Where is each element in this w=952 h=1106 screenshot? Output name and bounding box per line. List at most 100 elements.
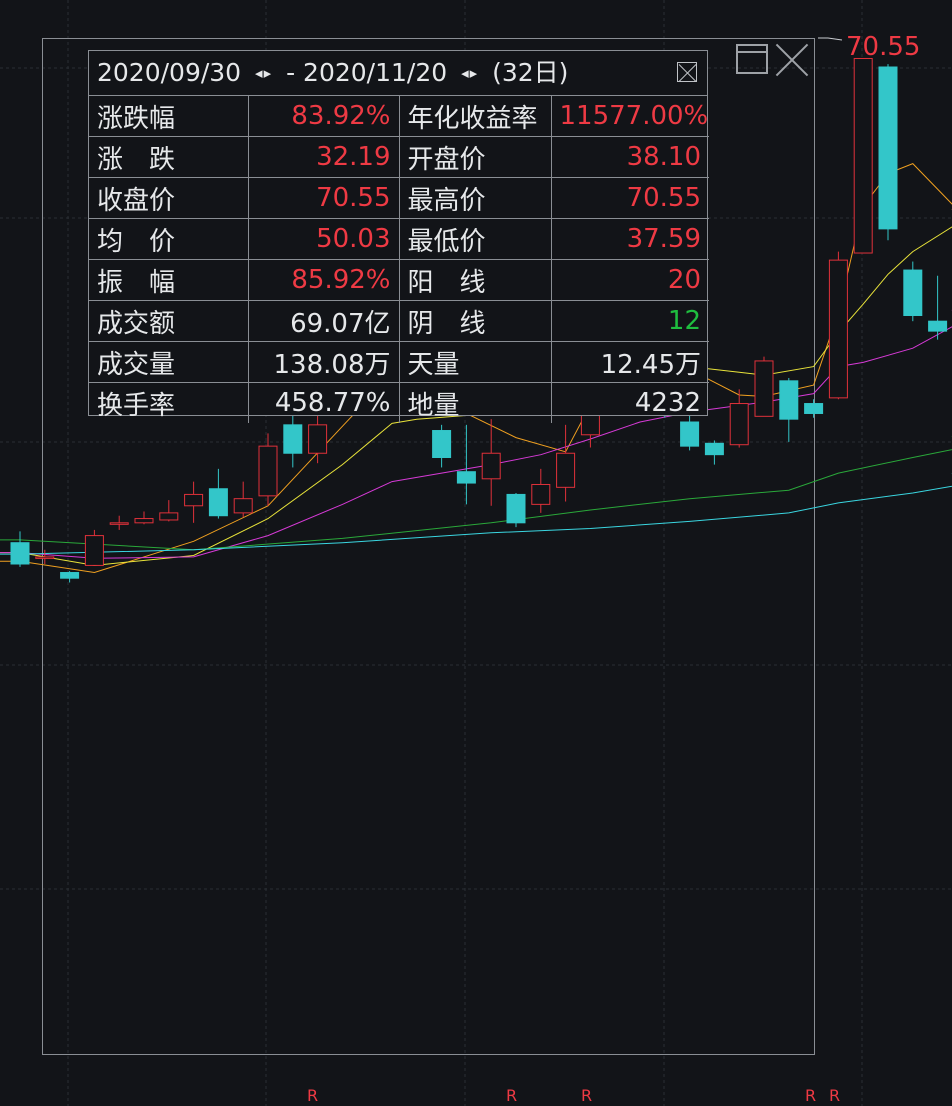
- statistics-row: 成交额 69.07亿阴 线 12: [89, 300, 709, 342]
- candle-body: [283, 424, 303, 454]
- stat-value: 458.77%: [248, 382, 400, 423]
- candle-down[interactable]: [60, 571, 80, 583]
- candle-up[interactable]: [159, 500, 179, 522]
- candle-body: [308, 424, 328, 454]
- candle-body: [729, 403, 749, 446]
- candle-down[interactable]: [10, 531, 30, 567]
- candle-body: [754, 360, 774, 417]
- start-date-arrows-icon[interactable]: ◂▸: [255, 64, 272, 82]
- r-marker: R: [506, 1086, 518, 1105]
- candle-up[interactable]: [754, 356, 774, 417]
- candle-body: [928, 320, 948, 332]
- candle-down[interactable]: [878, 64, 898, 241]
- candle-up[interactable]: [729, 389, 749, 448]
- stat-value: 70.55: [248, 177, 400, 219]
- high-pointer: [818, 37, 843, 41]
- candle-down[interactable]: [432, 424, 452, 468]
- stat-value: 69.07亿: [248, 300, 400, 342]
- stat-label: 成交量: [89, 341, 249, 383]
- candle-body: [134, 518, 154, 524]
- stat-value: 50.03: [248, 218, 400, 260]
- candle-body: [878, 66, 898, 230]
- stat-label: 涨 跌: [89, 136, 249, 178]
- candle-body: [556, 452, 576, 488]
- statistics-row: 收盘价 70.55 最高价 70.55: [89, 177, 709, 219]
- candle-body: [828, 259, 848, 399]
- stat-label: 最高价: [399, 177, 552, 219]
- interval-statistics-panel: 2020/09/30 ◂▸ - 2020/11/20 ◂▸ (32日) 涨跌幅 8…: [88, 50, 709, 423]
- stat-label: 年化收益率: [399, 96, 552, 137]
- candle-body: [109, 522, 129, 525]
- stat-label: 振 幅: [89, 259, 249, 301]
- stat-label: 收盘价: [89, 177, 249, 219]
- statistics-row: 振 幅 85.92% 阳 线 20: [89, 259, 709, 301]
- candle-body: [432, 430, 452, 458]
- candle-down[interactable]: [779, 377, 799, 442]
- ma120-line: [0, 473, 952, 555]
- candle-up[interactable]: [109, 515, 129, 530]
- candle-up[interactable]: [184, 481, 204, 523]
- statistics-row: 涨 跌 32.19 开盘价 38.10: [89, 136, 709, 178]
- candle-up[interactable]: [35, 549, 55, 564]
- candle-body: [184, 493, 204, 507]
- candle-up[interactable]: [853, 57, 873, 254]
- candle-body: [779, 380, 799, 420]
- candle-up[interactable]: [134, 511, 154, 525]
- candle-down[interactable]: [456, 424, 476, 505]
- stat-value: 11577.00%: [551, 96, 709, 137]
- statistics-row: 均 价 50.03 最低价 37.59: [89, 218, 709, 260]
- stat-label: 阳 线: [399, 259, 552, 301]
- stat-value: 70.55: [551, 177, 709, 219]
- candle-body: [456, 471, 476, 484]
- candle-body: [10, 542, 30, 565]
- candle-body: [506, 493, 526, 524]
- r-marker: R: [307, 1086, 319, 1105]
- stat-label: 最低价: [399, 218, 552, 260]
- candle-body: [481, 452, 501, 480]
- candle-up[interactable]: [258, 433, 278, 506]
- statistics-row: 涨跌幅 83.92% 年化收益率 11577.00%: [89, 96, 709, 137]
- close-window-icon[interactable]: [774, 42, 810, 78]
- candle-body: [853, 57, 873, 254]
- end-date: 2020/11/20: [303, 58, 448, 87]
- stat-label: 阴 线: [399, 300, 552, 342]
- candle-body: [233, 498, 253, 514]
- candle-body: [208, 488, 228, 517]
- close-panel-icon[interactable]: [677, 62, 697, 82]
- candle-down[interactable]: [208, 468, 228, 519]
- stat-value: 38.10: [551, 136, 709, 178]
- ma60-line: [0, 436, 952, 551]
- candle-down[interactable]: [506, 493, 526, 528]
- candle-down[interactable]: [903, 261, 923, 322]
- candle-body: [60, 572, 80, 579]
- stat-value: 12.45万: [551, 341, 709, 383]
- stat-label: 地量: [399, 382, 552, 423]
- candle-up[interactable]: [556, 424, 576, 502]
- stat-value: 83.92%: [248, 96, 400, 137]
- candle-up[interactable]: [233, 481, 253, 518]
- date-separator: -: [286, 58, 296, 87]
- end-date-arrows-icon[interactable]: ◂▸: [461, 64, 478, 82]
- stat-value: 37.59: [551, 218, 709, 260]
- candle-body: [35, 556, 55, 559]
- stat-label: 均 价: [89, 218, 249, 260]
- candle-body: [804, 403, 824, 414]
- candle-up[interactable]: [828, 251, 848, 400]
- statistics-row: 成交量 138.08万 天量 12.45万: [89, 341, 709, 383]
- stat-value: 32.19: [248, 136, 400, 178]
- candle-body: [531, 483, 551, 505]
- restore-window-icon[interactable]: [736, 44, 768, 74]
- candle-body: [680, 421, 700, 447]
- candle-up[interactable]: [84, 529, 104, 566]
- r-marker: R: [805, 1086, 817, 1105]
- candle-down[interactable]: [704, 440, 724, 465]
- candle-up[interactable]: [531, 468, 551, 513]
- candle-down[interactable]: [804, 399, 824, 418]
- stat-value: 4232: [634, 388, 701, 418]
- candle-body: [903, 269, 923, 316]
- candle-down[interactable]: [928, 275, 948, 340]
- stat-value: 12: [551, 300, 709, 342]
- statistics-table: 涨跌幅 83.92% 年化收益率 11577.00% 涨 跌 32.19 开盘价 38.10 收…: [89, 96, 709, 423]
- r-marker: R: [581, 1086, 593, 1105]
- candle-up[interactable]: [481, 419, 501, 506]
